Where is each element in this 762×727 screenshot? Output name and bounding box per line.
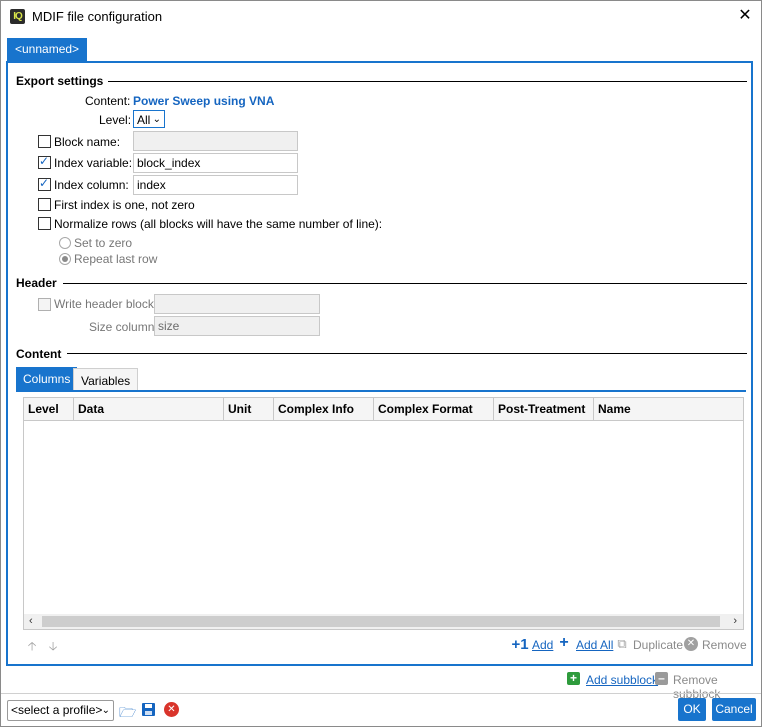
column-header-post-treatment[interactable]: Post-Treatment	[494, 398, 594, 420]
tab-variables[interactable]: Variables	[73, 368, 139, 392]
scroll-left-icon[interactable]: ‹	[29, 614, 33, 629]
size-column-field[interactable]: size	[154, 316, 320, 336]
set-to-zero-label: Set to zero	[74, 236, 133, 250]
remove-subblock-icon: –	[655, 672, 668, 685]
content-value: Power Sweep using VNA	[133, 94, 275, 108]
app-logo-icon: IQ	[10, 9, 25, 24]
scroll-right-icon[interactable]: ›	[733, 614, 737, 629]
column-header-name[interactable]: Name	[594, 398, 742, 420]
add-button[interactable]: Add	[532, 638, 553, 652]
set-to-zero-radio[interactable]	[59, 237, 71, 249]
chevron-down-icon: ⌄	[152, 114, 161, 125]
block-name-checkbox[interactable]	[38, 135, 51, 148]
index-column-label: Index column:	[54, 178, 129, 192]
scrollbar-thumb[interactable]	[42, 616, 720, 627]
add-all-icon: +	[559, 634, 569, 651]
column-header-data[interactable]: Data	[74, 398, 224, 420]
normalize-rows-label: Normalize rows (all blocks will have the…	[54, 217, 383, 231]
tab-columns[interactable]: Columns	[16, 367, 78, 391]
write-header-checkbox[interactable]	[38, 298, 51, 311]
footer-divider	[1, 693, 761, 694]
block-name-field[interactable]	[133, 131, 298, 151]
column-header-complex-format[interactable]: Complex Format	[374, 398, 494, 420]
profile-tabstrip: <unnamed>	[7, 38, 748, 62]
header-heading: Header	[16, 276, 57, 290]
index-column-field[interactable]: index	[133, 175, 298, 195]
profile-select[interactable]: <select a profile> ⌄	[7, 700, 114, 721]
index-variable-field[interactable]: block_index	[133, 153, 298, 173]
window-title: MDIF file configuration	[32, 9, 163, 24]
block-name-label: Block name:	[54, 135, 121, 149]
cancel-button[interactable]: Cancel	[712, 698, 756, 721]
move-down-icon[interactable]: 🡣	[47, 637, 59, 658]
export-settings-heading: Export settings	[16, 74, 104, 88]
duplicate-icon: ⧉	[617, 636, 627, 651]
move-up-icon[interactable]: 🡡	[26, 637, 38, 658]
level-select[interactable]: All ⌄	[133, 110, 165, 128]
level-label: Level:	[99, 113, 132, 127]
size-column-label: Size column:	[89, 320, 158, 334]
write-header-field[interactable]	[154, 294, 320, 314]
title-bar: IQ MDIF file configuration ✕	[1, 1, 761, 31]
repeat-last-row-radio[interactable]	[59, 253, 71, 265]
first-index-label: First index is one, not zero	[54, 198, 195, 212]
section-divider	[67, 353, 747, 354]
add-subblock-button[interactable]: Add subblock	[586, 673, 658, 687]
remove-button[interactable]: Remove	[702, 638, 747, 652]
column-header-level[interactable]: Level	[24, 398, 74, 420]
index-variable-checkbox[interactable]	[38, 154, 51, 169]
delete-profile-icon[interactable]: ✕	[164, 702, 179, 717]
repeat-last-row-label: Repeat last row	[74, 252, 158, 266]
mdif-config-window: IQ MDIF file configuration ✕ <unnamed> E…	[0, 0, 762, 727]
add-all-button[interactable]: Add All	[576, 638, 613, 652]
remove-subblock-button[interactable]: Remove subblock	[673, 673, 761, 701]
content-label: Content:	[85, 94, 131, 108]
index-variable-label: Index variable:	[54, 156, 133, 170]
column-header-unit[interactable]: Unit	[224, 398, 274, 420]
section-divider	[108, 81, 747, 82]
content-heading: Content	[16, 347, 62, 361]
open-folder-icon[interactable]: 🗁	[119, 702, 136, 726]
horizontal-scrollbar[interactable]: ‹ ›	[24, 614, 743, 629]
columns-table[interactable]: Level Data Unit Complex Info Complex For…	[23, 397, 744, 630]
column-header-complex-info[interactable]: Complex Info	[274, 398, 374, 420]
remove-icon: ✕	[684, 637, 698, 651]
level-value: All	[137, 113, 151, 127]
chevron-down-icon: ⌄	[101, 705, 110, 716]
profile-select-value: <select a profile>	[11, 703, 103, 717]
index-column-checkbox[interactable]	[38, 176, 51, 191]
tab-unnamed-profile[interactable]: <unnamed>	[7, 38, 88, 62]
ok-button[interactable]: OK	[678, 698, 706, 721]
first-index-checkbox[interactable]	[38, 198, 51, 211]
add-column-icon: +1	[511, 636, 529, 653]
section-divider	[63, 283, 747, 284]
duplicate-button[interactable]: Duplicate	[633, 638, 683, 652]
write-header-label: Write header block:	[54, 297, 158, 311]
save-icon[interactable]	[141, 702, 156, 717]
close-icon[interactable]: ✕	[731, 3, 759, 29]
table-header-row: Level Data Unit Complex Info Complex For…	[24, 398, 743, 421]
add-subblock-icon: +	[567, 672, 580, 685]
normalize-rows-checkbox[interactable]	[38, 217, 51, 230]
